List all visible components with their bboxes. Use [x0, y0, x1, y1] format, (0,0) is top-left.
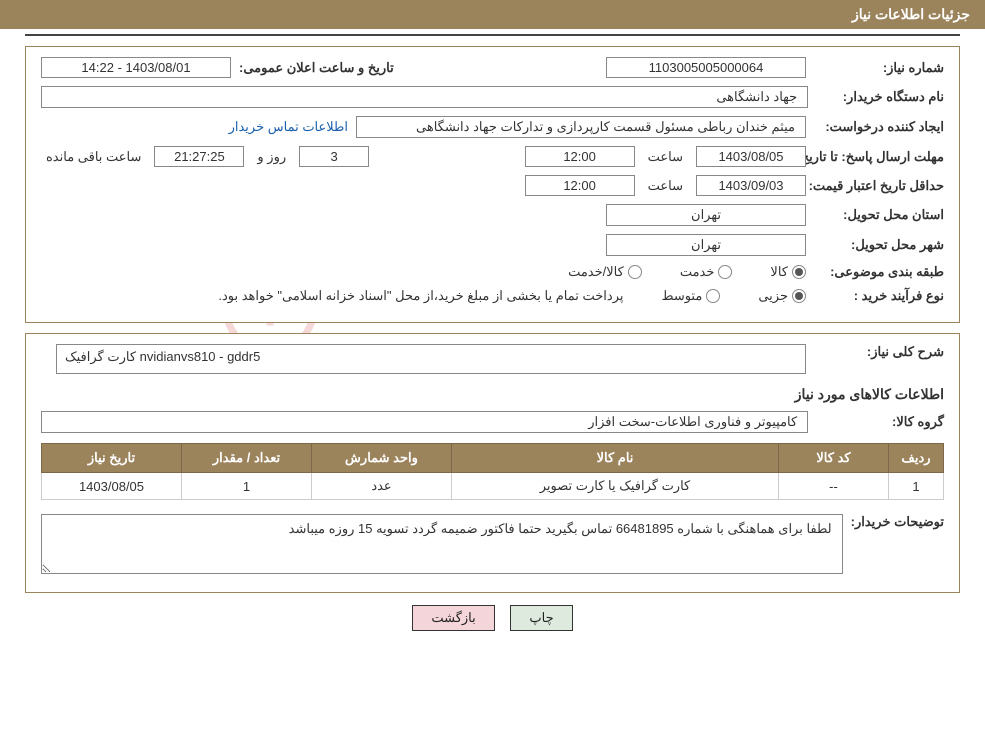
back-button[interactable]: بازگشت: [412, 605, 494, 631]
radio-medium-label: متوسط: [661, 288, 702, 304]
th-code: کد کالا: [779, 444, 889, 473]
announce-label: تاریخ و ساعت اعلان عمومی:: [239, 60, 394, 76]
row-goods-group: گروه کالا: کامپیوتر و فناوری اطلاعات-سخت…: [41, 411, 944, 433]
requester-value: میثم خندان رباطی مسئول قسمت کارپردازی و …: [356, 116, 806, 138]
goods-group-label: گروه کالا:: [816, 414, 944, 430]
table-header-row: ردیف کد کالا نام کالا واحد شمارش تعداد /…: [42, 444, 944, 473]
need-desc-value: کارت گرافیک nvidianvs810 - gddr5: [56, 344, 806, 374]
city-label: شهر محل تحویل:: [814, 237, 944, 253]
goods-section: شرح کلی نیاز: کارت گرافیک nvidianvs810 -…: [25, 333, 960, 593]
radio-goods-service-label: کالا/خدمت: [568, 264, 624, 280]
min-validity-date-value: 1403/09/03: [696, 175, 806, 196]
th-row: ردیف: [889, 444, 944, 473]
radio-partial-label: جزیی: [758, 288, 788, 304]
radio-dot-icon: [792, 289, 806, 303]
button-row: چاپ بازگشت: [0, 605, 985, 631]
radio-medium[interactable]: متوسط: [661, 288, 720, 304]
remain-label: ساعت باقی مانده: [46, 149, 141, 165]
goods-info-title: اطلاعات کالاهای مورد نیاز: [41, 386, 944, 403]
radio-dot-icon: [792, 265, 806, 279]
radio-goods-service[interactable]: کالا/خدمت: [568, 264, 642, 280]
radio-service-label: خدمت: [680, 264, 715, 280]
need-number-label: شماره نیاز:: [814, 60, 944, 76]
row-category: طبقه بندی موضوعی: کالا خدمت کالا/خدمت: [41, 264, 944, 280]
days-remaining-value: 3: [299, 146, 369, 167]
th-date: تاریخ نیاز: [42, 444, 182, 473]
requester-label: ایجاد کننده درخواست:: [814, 119, 944, 135]
cell-name: کارت گرافیک یا کارت تصویر: [452, 473, 779, 500]
row-purchase-type: نوع فرآیند خرید : جزیی متوسط پرداخت تمام…: [41, 288, 944, 304]
page-header: جزئیات اطلاعات نیاز: [0, 0, 985, 29]
row-buyer-notes: توضیحات خریدار: لطفا برای هماهنگی با شما…: [41, 514, 944, 574]
row-need-number: شماره نیاز: 1103005005000064 تاریخ و ساع…: [41, 57, 944, 78]
announce-value: 1403/08/01 - 14:22: [41, 57, 231, 78]
payment-note: پرداخت تمام یا بخشی از مبلغ خرید،از محل …: [218, 288, 623, 304]
table-row: 1 -- کارت گرافیک یا کارت تصویر عدد 1 140…: [42, 473, 944, 500]
time-label-1: ساعت: [648, 149, 683, 165]
row-deadline: مهلت ارسال پاسخ: تا تاریخ: 1403/08/05 سا…: [41, 146, 944, 167]
header-divider: [25, 34, 960, 36]
th-name: نام کالا: [452, 444, 779, 473]
deadline-date-value: 1403/08/05: [696, 146, 806, 167]
cell-unit: عدد: [312, 473, 452, 500]
info-section: شماره نیاز: 1103005005000064 تاریخ و ساع…: [25, 46, 960, 323]
buyer-org-label: نام دستگاه خریدار:: [816, 89, 944, 105]
radio-dot-icon: [706, 289, 720, 303]
purchase-type-label: نوع فرآیند خرید :: [814, 288, 944, 304]
deadline-label: مهلت ارسال پاسخ: تا تاریخ:: [814, 149, 944, 165]
hours-remaining-value: 21:27:25: [154, 146, 244, 167]
cell-qty: 1: [182, 473, 312, 500]
cell-code: --: [779, 473, 889, 500]
radio-dot-icon: [718, 265, 732, 279]
deadline-time-value: 12:00: [525, 146, 635, 167]
row-need-desc: شرح کلی نیاز: کارت گرافیک nvidianvs810 -…: [41, 344, 944, 374]
goods-group-value: کامپیوتر و فناوری اطلاعات-سخت افزار: [41, 411, 808, 433]
row-buyer-org: نام دستگاه خریدار: جهاد دانشگاهی: [41, 86, 944, 108]
need-desc-label: شرح کلی نیاز:: [814, 344, 944, 360]
province-label: استان محل تحویل:: [814, 207, 944, 223]
cell-row: 1: [889, 473, 944, 500]
radio-goods[interactable]: کالا: [770, 264, 806, 280]
th-qty: تعداد / مقدار: [182, 444, 312, 473]
buyer-contact-link[interactable]: اطلاعات تماس خریدار: [229, 119, 348, 135]
row-city: شهر محل تحویل: تهران: [41, 234, 944, 256]
need-number-value: 1103005005000064: [606, 57, 806, 78]
goods-table: ردیف کد کالا نام کالا واحد شمارش تعداد /…: [41, 443, 944, 500]
print-button[interactable]: چاپ: [510, 605, 572, 631]
radio-dot-icon: [628, 265, 642, 279]
cell-date: 1403/08/05: [42, 473, 182, 500]
row-requester: ایجاد کننده درخواست: میثم خندان رباطی مس…: [41, 116, 944, 138]
buyer-notes-text: لطفا برای هماهنگی با شماره 66481895 تماس…: [41, 514, 843, 574]
city-value: تهران: [606, 234, 806, 256]
province-value: تهران: [606, 204, 806, 226]
category-label: طبقه بندی موضوعی:: [814, 264, 944, 280]
min-validity-time-value: 12:00: [525, 175, 635, 196]
page-title: جزئیات اطلاعات نیاز: [852, 6, 970, 22]
min-validity-label: حداقل تاریخ اعتبار قیمت: تا تاریخ:: [814, 178, 944, 194]
buyer-notes-label: توضیحات خریدار:: [851, 514, 944, 530]
time-label-2: ساعت: [648, 178, 683, 194]
th-unit: واحد شمارش: [312, 444, 452, 473]
row-min-validity: حداقل تاریخ اعتبار قیمت: تا تاریخ: 1403/…: [41, 175, 944, 196]
radio-service[interactable]: خدمت: [680, 264, 733, 280]
days-remaining-label: روز و: [257, 149, 286, 165]
buyer-org-value: جهاد دانشگاهی: [41, 86, 808, 108]
radio-goods-label: کالا: [770, 264, 788, 280]
row-province: استان محل تحویل: تهران: [41, 204, 944, 226]
radio-partial[interactable]: جزیی: [758, 288, 806, 304]
